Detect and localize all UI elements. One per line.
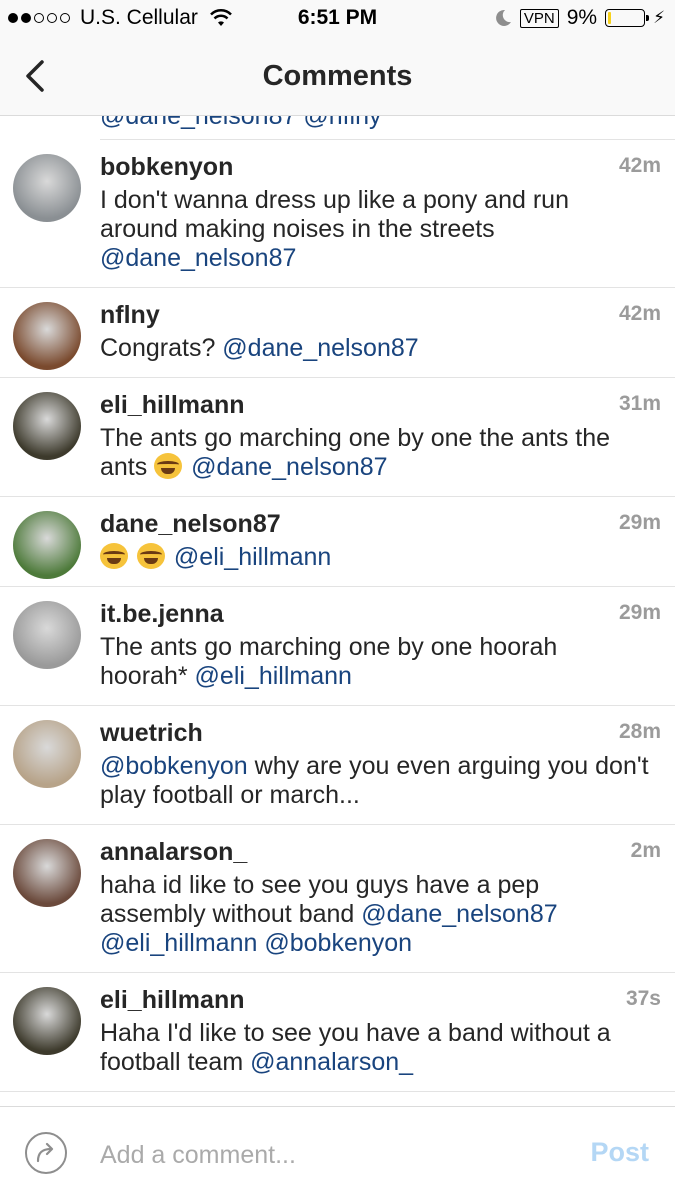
- battery-level-fill: [608, 12, 612, 24]
- comment-text: I don't wanna dress up like a pony and r…: [100, 186, 569, 243]
- comment-row[interactable]: wuetrich 28m @bobkenyon why are you even a…: [0, 706, 675, 825]
- comments-container: bobkenyon 42m I don't wanna dress up like …: [0, 140, 675, 1092]
- avatar[interactable]: [13, 720, 81, 788]
- tears-of-joy-emoji-icon: [154, 453, 183, 479]
- comment-row[interactable]: eli_hillmann 31m The ants go marching one …: [0, 378, 675, 497]
- battery-nub: [646, 15, 650, 21]
- comment-timestamp: 2m: [630, 839, 661, 862]
- mention-link[interactable]: @bobkenyon: [100, 752, 248, 780]
- avatar[interactable]: [13, 987, 81, 1055]
- tears-of-joy-emoji-icon: [100, 543, 128, 569]
- comment-body: The ants go marching one by one hoorah h…: [100, 633, 651, 691]
- comment-username[interactable]: eli_hillmann: [100, 390, 651, 420]
- avatar[interactable]: [13, 839, 81, 907]
- partial-comment-text[interactable]: @dane_nelson87 @nflny: [100, 116, 382, 131]
- comment-row[interactable]: bobkenyon 42m I don't wanna dress up like …: [0, 140, 675, 288]
- mention-link[interactable]: @eli_hillmann: [174, 543, 331, 571]
- battery-percent: 9%: [566, 6, 598, 29]
- mention-link[interactable]: @dane_nelson87: [191, 453, 387, 481]
- comment-username[interactable]: it.be.jenna: [100, 599, 651, 629]
- comment-composer: Post: [0, 1106, 675, 1200]
- status-bar: U.S. Cellular 6:51 PM VPN 9% ⚡: [0, 0, 675, 38]
- mention-link[interactable]: @annalarson_: [250, 1048, 413, 1076]
- do-not-disturb-moon-icon: [495, 9, 511, 26]
- comment-username[interactable]: nflny: [100, 300, 651, 330]
- page-title: Comments: [262, 60, 413, 92]
- status-right: VPN 9% ⚡: [494, 6, 665, 30]
- comment-username[interactable]: annalarson_: [100, 837, 651, 867]
- comment-username[interactable]: dane_nelson87: [100, 509, 651, 539]
- comment-timestamp: 31m: [618, 392, 661, 415]
- partial-comment-row: @dane_nelson87 @nflny: [100, 116, 675, 140]
- comment-list[interactable]: @dane_nelson87 @nflny bobkenyon 42m I don'…: [0, 116, 675, 1106]
- mention-link[interactable]: @bobkenyon: [264, 929, 412, 957]
- comment-input[interactable]: [100, 1135, 560, 1175]
- comment-row[interactable]: eli_hillmann 37s Haha I'd like to see you …: [0, 973, 675, 1092]
- comment-row[interactable]: it.be.jenna 29m The ants go marching one b…: [0, 587, 675, 706]
- comment-row[interactable]: nflny 42m Congrats? @dane_nelson87: [0, 288, 675, 378]
- comment-body: Congrats? @dane_nelson87: [100, 334, 651, 363]
- charging-bolt-icon: ⚡: [653, 8, 665, 27]
- comment-timestamp: 42m: [618, 302, 661, 325]
- avatar[interactable]: [13, 302, 81, 370]
- comment-username[interactable]: bobkenyon: [100, 152, 651, 182]
- comment-body: Haha I'd like to see you have a band wit…: [100, 1019, 651, 1077]
- nav-bar: Comments: [0, 38, 675, 116]
- comment-body: haha id like to see you guys have a pep …: [100, 871, 651, 958]
- comment-timestamp: 29m: [618, 601, 661, 624]
- tears-of-joy-emoji-icon: [136, 543, 165, 569]
- comment-body: The ants go marching one by one the ants…: [100, 424, 651, 482]
- comment-body: I don't wanna dress up like a pony and r…: [100, 186, 651, 273]
- comment-text: Congrats?: [100, 334, 223, 362]
- mention-link[interactable]: @dane_nelson87: [100, 244, 296, 272]
- comment-timestamp: 37s: [625, 987, 661, 1010]
- comment-username[interactable]: wuetrich: [100, 718, 651, 748]
- mention-link[interactable]: @dane_nelson87: [222, 334, 418, 362]
- comment-row[interactable]: annalarson_ 2m haha id like to see you guy…: [0, 825, 675, 973]
- post-button[interactable]: Post: [590, 1137, 649, 1168]
- avatar[interactable]: [13, 601, 81, 669]
- comment-timestamp: 29m: [618, 511, 661, 534]
- mention-link[interactable]: @eli_hillmann: [100, 929, 257, 957]
- share-arrow-icon[interactable]: [24, 1131, 68, 1175]
- mention-link[interactable]: @dane_nelson87: [361, 900, 557, 928]
- comment-row[interactable]: dane_nelson87 29m @eli_hillmann: [0, 497, 675, 587]
- comment-body: @eli_hillmann: [100, 543, 651, 572]
- comment-timestamp: 42m: [618, 154, 661, 177]
- mention-link[interactable]: @eli_hillmann: [195, 662, 352, 690]
- comment-body: @bobkenyon why are you even arguing you …: [100, 752, 651, 810]
- avatar[interactable]: [13, 392, 81, 460]
- battery-icon: [605, 9, 650, 27]
- vpn-badge: VPN: [519, 8, 559, 28]
- comment-timestamp: 28m: [618, 720, 661, 743]
- comment-username[interactable]: eli_hillmann: [100, 985, 651, 1015]
- avatar[interactable]: [13, 511, 81, 579]
- avatar[interactable]: [13, 154, 81, 222]
